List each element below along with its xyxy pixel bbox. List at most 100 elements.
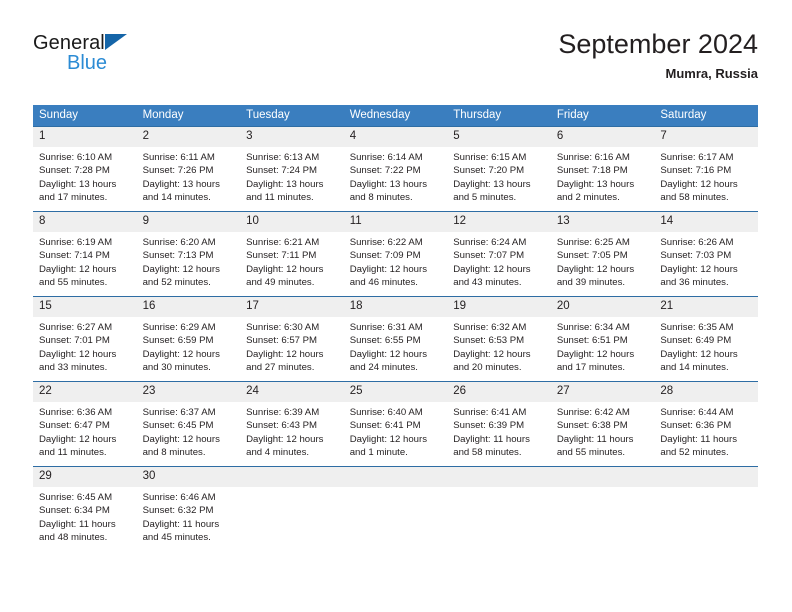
calendar-day-cell[interactable]: 22 Sunrise: 6:36 AM Sunset: 6:47 PM Dayligh… [33,381,137,467]
sunrise-text: Sunrise: 6:22 AM [349,237,423,248]
weekday-header-thursday: Thursday [447,105,551,127]
day-details: Sunrise: 6:41 AM Sunset: 6:39 PM Daylight:… [447,402,551,460]
day-cell-inner [240,467,344,551]
daylight-text-line2: and 45 minutes. [142,532,211,544]
calendar-day-cell[interactable]: 28 Sunrise: 6:44 AM Sunset: 6:36 PM Dayligh… [654,381,758,467]
daylight-text-line1: Daylight: 12 hours [556,348,635,360]
calendar-week-row: 15 Sunrise: 6:27 AM Sunset: 7:01 PM Dayligh… [33,296,758,382]
calendar-week-row: 8 Sunrise: 6:19 AM Sunset: 7:14 PM Daylight… [33,211,758,297]
calendar-day-cell[interactable]: 19 Sunrise: 6:32 AM Sunset: 6:53 PM Dayligh… [447,296,551,382]
daylight-text-line2: and 20 minutes. [453,362,522,374]
calendar-day-cell[interactable]: 6 Sunrise: 6:16 AM Sunset: 7:18 PM Daylight… [550,126,655,212]
calendar-day-cell[interactable]: 7 Sunrise: 6:17 AM Sunset: 7:16 PM Daylight… [654,126,758,212]
sunset-text: Sunset: 7:11 PM [246,250,317,262]
day-number: 30 [136,467,241,487]
sunset-text: Sunset: 6:38 PM [556,420,628,432]
sunrise-text: Sunrise: 6:44 AM [660,407,734,418]
calendar-day-cell[interactable]: 10 Sunrise: 6:21 AM Sunset: 7:11 PM Dayligh… [240,211,344,297]
calendar-day-cell[interactable]: 21 Sunrise: 6:35 AM Sunset: 6:49 PM Dayligh… [654,296,758,382]
day-number: 8 [33,212,137,232]
weekday-header-monday: Monday [136,105,241,127]
logo-text-general: General [33,32,213,54]
sunset-text: Sunset: 7:01 PM [39,335,110,347]
sunset-text: Sunset: 6:39 PM [453,420,525,432]
calendar-day-cell[interactable]: 5 Sunrise: 6:15 AM Sunset: 7:20 PM Daylight… [447,126,551,212]
day-details: Sunrise: 6:46 AM Sunset: 6:32 PM Daylight:… [137,487,241,545]
day-number: 1 [33,127,137,147]
daylight-text-line2: and 58 minutes. [660,192,729,204]
calendar-day-cell[interactable]: 12 Sunrise: 6:24 AM Sunset: 7:07 PM Dayligh… [447,211,551,297]
calendar-day-cell[interactable]: 11 Sunrise: 6:22 AM Sunset: 7:09 PM Dayligh… [343,211,448,297]
calendar-day-cell[interactable]: 1 Sunrise: 6:10 AM Sunset: 7:28 PM Daylight… [33,126,137,212]
daylight-text-line1: Daylight: 12 hours [39,263,117,275]
sunrise-text: Sunrise: 6:40 AM [349,407,423,418]
day-number: 24 [240,382,344,402]
daylight-text-line1: Daylight: 11 hours [142,518,220,530]
day-cell-inner: 10 Sunrise: 6:21 AM Sunset: 7:11 PM Dayligh… [240,212,344,296]
sunrise-text: Sunrise: 6:14 AM [349,152,423,163]
calendar-week-row: 1 Sunrise: 6:10 AM Sunset: 7:28 PM Daylight… [33,126,758,212]
daylight-text-line1: Daylight: 13 hours [246,178,324,190]
sunrise-text: Sunrise: 6:39 AM [246,407,320,418]
day-cell-inner: 21 Sunrise: 6:35 AM Sunset: 6:49 PM Dayligh… [654,297,758,381]
sunrise-text: Sunrise: 6:29 AM [142,322,216,333]
calendar-day-cell[interactable]: 2 Sunrise: 6:11 AM Sunset: 7:26 PM Daylight… [136,126,241,212]
title-block: September 2024 Mumra, Russia [558,28,758,83]
calendar-day-cell[interactable]: 3 Sunrise: 6:13 AM Sunset: 7:24 PM Daylight… [240,126,344,212]
day-number: 27 [550,382,655,402]
calendar-day-cell[interactable]: 27 Sunrise: 6:42 AM Sunset: 6:38 PM Dayligh… [550,381,655,467]
page-title: September 2024 [558,29,758,59]
day-details: Sunrise: 6:37 AM Sunset: 6:45 PM Daylight:… [137,402,241,460]
calendar-day-cell[interactable]: 4 Sunrise: 6:14 AM Sunset: 7:22 PM Daylight… [343,126,448,212]
triangle-icon [105,34,127,50]
day-details: Sunrise: 6:36 AM Sunset: 6:47 PM Daylight:… [33,402,137,460]
calendar-day-cell[interactable]: 24 Sunrise: 6:39 AM Sunset: 6:43 PM Dayligh… [240,381,344,467]
calendar-page: General Blue September 2024 Mumra, Russi… [0,0,792,612]
daylight-text-line1: Daylight: 12 hours [142,348,220,360]
day-details: Sunrise: 6:29 AM Sunset: 6:59 PM Daylight:… [137,317,241,375]
general-blue-logo[interactable]: General Blue [33,32,213,84]
calendar-day-cell[interactable]: 13 Sunrise: 6:25 AM Sunset: 7:05 PM Dayligh… [550,211,655,297]
sunset-text: Sunset: 7:22 PM [349,165,421,177]
sunset-text: Sunset: 7:03 PM [660,250,732,262]
daylight-text-line2: and 24 minutes. [349,362,418,374]
day-cell-inner: 5 Sunrise: 6:15 AM Sunset: 7:20 PM Daylight… [447,127,551,211]
daylight-text-line1: Daylight: 12 hours [39,433,117,445]
calendar-day-cell[interactable]: 29 Sunrise: 6:45 AM Sunset: 6:34 PM Dayligh… [33,466,137,551]
day-number: 23 [136,382,241,402]
calendar-day-cell[interactable]: 8 Sunrise: 6:19 AM Sunset: 7:14 PM Daylight… [33,211,137,297]
daylight-text-line2: and 14 minutes. [142,192,211,204]
calendar-day-cell[interactable]: 26 Sunrise: 6:41 AM Sunset: 6:39 PM Dayligh… [447,381,551,467]
day-details: Sunrise: 6:22 AM Sunset: 7:09 PM Daylight:… [344,232,448,290]
day-details: Sunrise: 6:31 AM Sunset: 6:55 PM Daylight:… [344,317,448,375]
day-details: Sunrise: 6:19 AM Sunset: 7:14 PM Daylight:… [33,232,137,290]
daylight-text-line1: Daylight: 12 hours [349,263,428,275]
calendar-day-cell[interactable]: 20 Sunrise: 6:34 AM Sunset: 6:51 PM Dayligh… [550,296,655,382]
day-cell-inner: 9 Sunrise: 6:20 AM Sunset: 7:13 PM Daylight… [136,212,241,296]
calendar-day-cell[interactable]: 15 Sunrise: 6:27 AM Sunset: 7:01 PM Dayligh… [33,296,137,382]
day-number: 9 [136,212,241,232]
sunrise-text: Sunrise: 6:30 AM [246,322,320,333]
day-number: 17 [240,297,344,317]
calendar-day-cell[interactable]: 17 Sunrise: 6:30 AM Sunset: 6:57 PM Dayligh… [240,296,344,382]
daylight-text-line2: and 8 minutes. [349,192,413,204]
sunset-text: Sunset: 7:07 PM [453,250,525,262]
calendar-day-cell[interactable]: 18 Sunrise: 6:31 AM Sunset: 6:55 PM Dayligh… [343,296,448,382]
calendar-day-cell[interactable]: 14 Sunrise: 6:26 AM Sunset: 7:03 PM Dayligh… [654,211,758,297]
calendar-day-cell[interactable]: 9 Sunrise: 6:20 AM Sunset: 7:13 PM Daylight… [136,211,241,297]
day-number: 21 [654,297,758,317]
day-details: Sunrise: 6:13 AM Sunset: 7:24 PM Daylight:… [240,147,344,205]
sunset-text: Sunset: 6:32 PM [142,505,214,517]
daylight-text-line1: Daylight: 12 hours [660,348,738,360]
day-cell-inner: 8 Sunrise: 6:19 AM Sunset: 7:14 PM Daylight… [33,212,137,296]
sunset-text: Sunset: 6:59 PM [142,335,214,347]
calendar-day-cell[interactable]: 16 Sunrise: 6:29 AM Sunset: 6:59 PM Dayligh… [136,296,241,382]
day-details: Sunrise: 6:30 AM Sunset: 6:57 PM Daylight:… [240,317,344,375]
day-number: 26 [447,382,551,402]
calendar-day-cell[interactable]: 23 Sunrise: 6:37 AM Sunset: 6:45 PM Dayligh… [136,381,241,467]
sunrise-text: Sunrise: 6:15 AM [453,152,527,163]
calendar-day-cell[interactable]: 25 Sunrise: 6:40 AM Sunset: 6:41 PM Dayligh… [343,381,448,467]
calendar-day-cell[interactable]: 30 Sunrise: 6:46 AM Sunset: 6:32 PM Dayligh… [136,466,241,551]
day-cell-inner: 23 Sunrise: 6:37 AM Sunset: 6:45 PM Dayligh… [136,382,241,466]
day-details: Sunrise: 6:11 AM Sunset: 7:26 PM Daylight:… [137,147,241,205]
